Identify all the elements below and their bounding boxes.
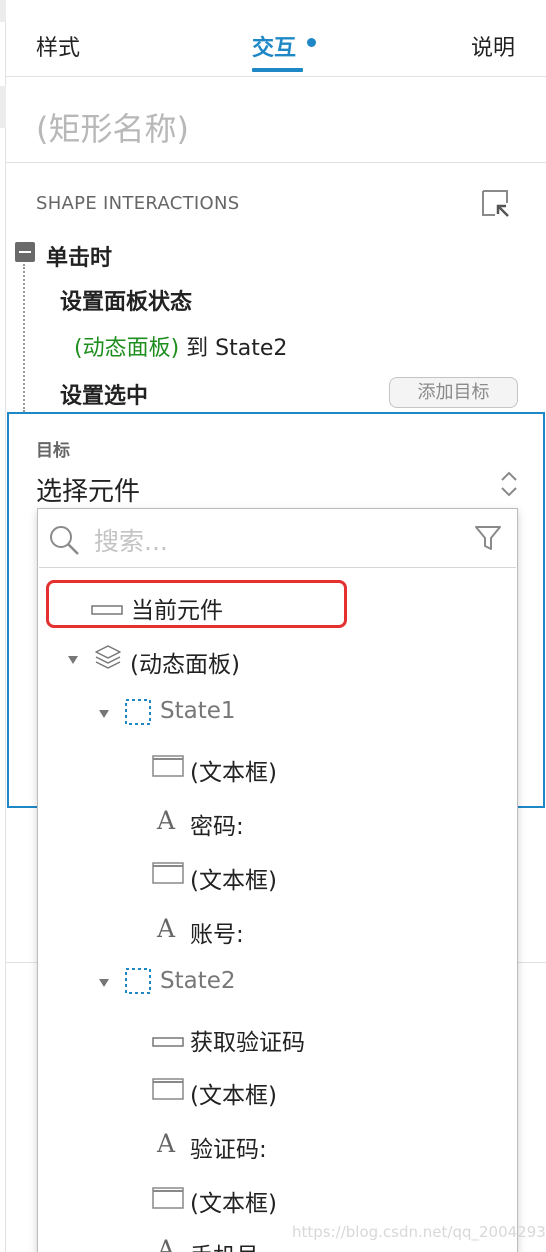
expand-caret-icon[interactable]: [99, 710, 109, 718]
section-title: SHAPE INTERACTIONS: [36, 193, 240, 214]
list-item-state1[interactable]: State1: [160, 698, 236, 724]
layers-icon: [93, 643, 123, 675]
event-onclick[interactable]: 单击时: [46, 240, 112, 272]
action-set-panel-state[interactable]: 设置面板状态: [60, 284, 192, 316]
tree-connector: [23, 264, 25, 412]
left-edge-strip: [0, 0, 6, 1252]
action-state-name: State2: [215, 336, 288, 361]
tab-active-underline: [252, 68, 303, 72]
action-set-panel-state-detail[interactable]: (动态面板) 到 State2: [74, 330, 287, 362]
filter-icon[interactable]: [473, 523, 503, 553]
button-shape-icon: [152, 1032, 184, 1051]
collapse-toggle-icon[interactable]: [15, 242, 35, 262]
list-item-textbox[interactable]: (文本框): [190, 753, 277, 787]
watermark: https://blog.csdn.net/qq_20042935: [292, 1223, 546, 1241]
button-shape-icon: [91, 600, 123, 619]
list-item-phone-label[interactable]: 手机号:: [190, 1237, 267, 1252]
textbox-icon: [152, 1187, 184, 1213]
list-item-get-code-button[interactable]: 获取验证码: [190, 1023, 305, 1057]
action-connector: 到: [179, 336, 216, 361]
expand-icon[interactable]: [480, 188, 512, 218]
list-item-account-label[interactable]: 账号:: [190, 915, 244, 949]
tab-notes[interactable]: 说明: [471, 30, 515, 62]
expand-caret-icon[interactable]: [99, 979, 109, 987]
shape-name-field[interactable]: (矩形名称): [36, 104, 189, 150]
add-target-button[interactable]: 添加目标: [389, 377, 518, 408]
target-label: 目标: [36, 441, 70, 461]
text-icon: A: [157, 1235, 176, 1252]
list-item-textbox[interactable]: (文本框): [190, 861, 277, 895]
action-target-name: (动态面板): [74, 336, 180, 361]
list-item-password-label[interactable]: 密码:: [190, 807, 244, 841]
tabs-divider: [6, 76, 546, 77]
list-item-textbox[interactable]: (文本框): [190, 1076, 277, 1110]
search-input[interactable]: [94, 522, 454, 560]
textbox-icon: [152, 755, 184, 781]
text-icon: A: [157, 914, 176, 943]
list-item-textbox[interactable]: (文本框): [190, 1184, 277, 1218]
list-item-dynamic-panel[interactable]: (动态面板): [130, 645, 240, 679]
state-icon: [124, 967, 152, 999]
textbox-icon: [152, 862, 184, 888]
text-icon: A: [157, 806, 176, 835]
list-item-code-label[interactable]: 验证码:: [190, 1130, 267, 1164]
state-icon: [124, 698, 152, 730]
name-divider: [6, 162, 546, 163]
target-select[interactable]: 选择元件: [36, 471, 140, 508]
action-set-selected[interactable]: 设置选中: [60, 378, 148, 410]
text-icon: A: [157, 1129, 176, 1158]
search-icon: [48, 524, 80, 556]
tab-modified-dot: [307, 38, 316, 47]
textbox-icon: [152, 1078, 184, 1104]
tab-interaction[interactable]: 交互: [252, 30, 296, 62]
select-chevrons-icon[interactable]: [498, 468, 520, 500]
tab-style[interactable]: 样式: [36, 30, 80, 62]
list-item-state2[interactable]: State2: [160, 968, 236, 994]
list-item-current-widget[interactable]: 当前元件: [131, 591, 223, 625]
expand-caret-icon[interactable]: [68, 656, 78, 664]
